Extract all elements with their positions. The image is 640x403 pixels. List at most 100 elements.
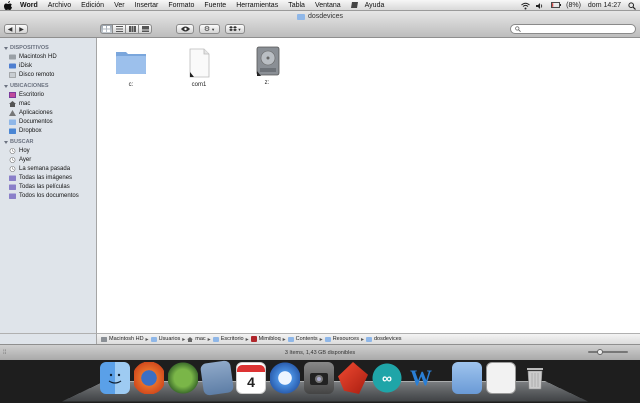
iphoto-dock-icon[interactable]: [304, 362, 334, 394]
sidebar-item-todas-peliculas[interactable]: Todas las películas: [0, 182, 96, 191]
column-view-button[interactable]: [126, 24, 139, 34]
sidebar-item-label: Aplicaciones: [19, 109, 53, 116]
path-separator-icon: ▸: [319, 336, 323, 343]
gear-icon: ⚙: [203, 26, 211, 33]
sidebar-item-semana-pasada[interactable]: La semana pasada: [0, 164, 96, 173]
path-item-mac[interactable]: mac: [187, 336, 206, 342]
menu-herramientas[interactable]: Herramientas: [236, 2, 278, 9]
sidebar-item-label: Documentos: [19, 118, 53, 125]
sidebar-item-label: Disco remoto: [19, 71, 55, 78]
menu-tabla[interactable]: Tabla: [288, 2, 305, 9]
menu-ayuda[interactable]: Ayuda: [365, 2, 385, 9]
harddisk-icon: [101, 336, 107, 342]
sidebar-item-macintosh-hd[interactable]: Macintosh HD: [0, 52, 96, 61]
smart-folder-icon: [9, 193, 16, 199]
nav-buttons: ◀ ▶: [4, 24, 28, 34]
sidebar-item-dropbox[interactable]: Dropbox: [0, 126, 96, 135]
path-item-mimibloq[interactable]: Mimibloq: [250, 336, 281, 342]
clock-icon: [9, 147, 16, 154]
disclosure-triangle-icon: [4, 46, 8, 50]
path-label: Contents: [295, 336, 318, 342]
harddisk-icon: [9, 54, 16, 59]
script-menu-icon[interactable]: [350, 1, 359, 9]
sidebar-resize-icon[interactable]: ⁞⁞: [3, 350, 9, 356]
menu-ventana[interactable]: Ventana: [315, 2, 341, 9]
quicklook-button[interactable]: [176, 24, 194, 34]
menu-archivo[interactable]: Archivo: [48, 2, 71, 9]
menu-formato[interactable]: Formato: [168, 2, 194, 9]
applications-folder-dock-icon[interactable]: [452, 362, 482, 394]
back-button[interactable]: ◀: [4, 24, 16, 34]
list-view-button[interactable]: [113, 24, 126, 34]
sidebar-item-todas-imagenes[interactable]: Todas las imágenes: [0, 173, 96, 182]
apple-menu-icon[interactable]: [4, 0, 12, 10]
sidebar-item-ayer[interactable]: Ayer: [0, 155, 96, 164]
menu-app-name[interactable]: Word: [20, 2, 38, 9]
sidebar-item-hoy[interactable]: Hoy: [0, 146, 96, 155]
icon-size-slider[interactable]: [588, 349, 628, 355]
wifi-icon[interactable]: [521, 2, 530, 10]
icon-view-button[interactable]: [100, 24, 113, 34]
calendar-dock-icon[interactable]: 4: [236, 362, 266, 394]
spotlight-icon[interactable]: [628, 1, 636, 10]
file-item-c[interactable]: c:: [107, 48, 155, 88]
menu-insertar[interactable]: Insertar: [135, 2, 159, 9]
infinity-icon: ∞: [382, 370, 392, 386]
path-item-macintosh-hd[interactable]: Macintosh HD: [101, 336, 144, 342]
file-name: com1: [191, 82, 207, 88]
word-dock-icon[interactable]: W: [406, 362, 436, 394]
finder-dock-icon[interactable]: [100, 362, 130, 394]
path-item-resources[interactable]: Resources: [324, 336, 359, 342]
folder-icon: [212, 336, 219, 342]
sidebar-section-search[interactable]: BUSCAR: [0, 138, 96, 146]
maps-dock-icon[interactable]: [168, 362, 198, 394]
disclosure-triangle-icon: [4, 140, 8, 144]
path-item-escritorio[interactable]: Escritorio: [212, 336, 244, 342]
firefox-dock-icon[interactable]: [134, 362, 164, 394]
menu-ver[interactable]: Ver: [114, 2, 125, 9]
sidebar-item-mac[interactable]: mac: [0, 99, 96, 108]
sidebar-item-escritorio[interactable]: Escritorio: [0, 90, 96, 99]
sidebar-item-remote-disc[interactable]: Disco remoto: [0, 70, 96, 79]
path-item-usuarios[interactable]: Usuarios: [150, 336, 181, 342]
coverflow-view-button[interactable]: [139, 24, 152, 34]
sidebar-item-aplicaciones[interactable]: Aplicaciones: [0, 108, 96, 117]
battery-icon[interactable]: [551, 1, 562, 10]
file-item-z[interactable]: z:: [243, 46, 291, 86]
sidebar-section-devices[interactable]: DISPOSITIVOS: [0, 44, 96, 52]
menu-edicion[interactable]: Edición: [81, 2, 104, 9]
path-item-contents[interactable]: Contents: [287, 336, 318, 342]
file-item-com1[interactable]: com1: [175, 48, 223, 88]
dropbox-button[interactable]: ▼: [225, 24, 245, 34]
arduino-dock-icon[interactable]: ∞: [372, 362, 402, 394]
itunes-dock-icon[interactable]: [270, 362, 300, 394]
volume-icon[interactable]: [536, 2, 544, 10]
mail-dock-icon[interactable]: [199, 360, 235, 396]
menu-clock[interactable]: dom 14:27: [588, 2, 621, 9]
status-bar: ⁞⁞ 3 ítems, 1,43 GB disponibles: [0, 344, 640, 360]
sidebar: DISPOSITIVOS Macintosh HD iDisk Disco re…: [0, 38, 97, 333]
window-titlebar[interactable]: dosdevices ◀ ▶ ⚙ ▼ ▼: [0, 11, 640, 38]
finder-window: dosdevices ◀ ▶ ⚙ ▼ ▼ DISPOSITIVOS Macint…: [0, 11, 640, 360]
sidebar-item-idisk[interactable]: iDisk: [0, 61, 96, 70]
action-button[interactable]: ⚙ ▼: [199, 24, 220, 34]
forward-button[interactable]: ▶: [16, 24, 28, 34]
sidebar-section-places[interactable]: UBICACIONES: [0, 82, 96, 90]
sidebar-item-todos-documentos[interactable]: Todos los documentos: [0, 191, 96, 200]
path-separator-icon: ▸: [207, 336, 211, 343]
sidebar-item-documentos[interactable]: Documentos: [0, 117, 96, 126]
status-text: 3 ítems, 1,43 GB disponibles: [284, 349, 356, 356]
downloads-stack-dock-icon[interactable]: [486, 362, 516, 394]
view-mode-buttons: [100, 24, 152, 34]
path-item-dosdevices[interactable]: dosdevices: [366, 336, 402, 342]
idisk-icon: [9, 63, 16, 68]
flash-dock-icon[interactable]: [338, 362, 368, 394]
search-input[interactable]: [520, 26, 635, 32]
search-field[interactable]: [510, 24, 636, 34]
trash-dock-icon[interactable]: [520, 362, 550, 394]
menu-fuente[interactable]: Fuente: [204, 2, 226, 9]
forward-arrow-icon: ▶: [19, 26, 24, 33]
path-label: Usuarios: [158, 336, 181, 342]
slider-knob[interactable]: [597, 349, 603, 355]
file-name: c:: [128, 82, 134, 88]
